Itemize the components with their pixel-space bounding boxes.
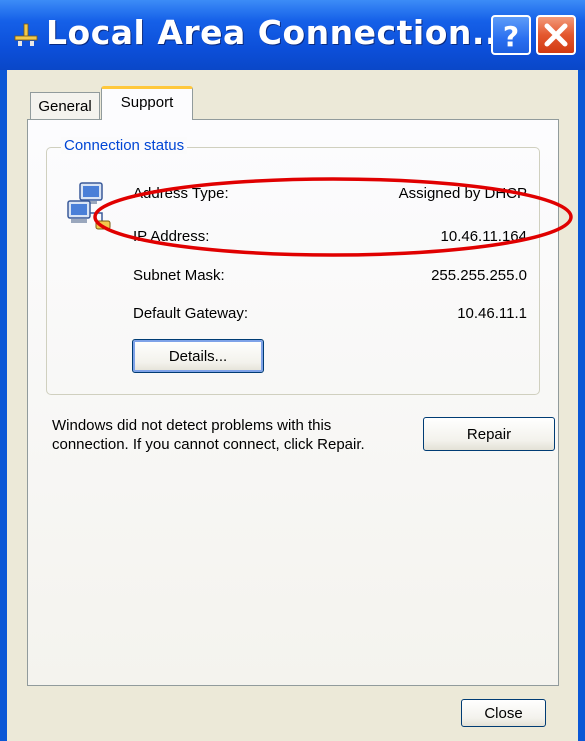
details-button[interactable]: Details... xyxy=(132,339,264,373)
default-gateway-value: 10.46.11.1 xyxy=(457,305,527,322)
ip-address-label: IP Address: xyxy=(133,228,210,245)
window-close-button[interactable] xyxy=(536,15,576,55)
default-gateway-label: Default Gateway: xyxy=(133,305,249,322)
tab-support[interactable]: Support xyxy=(101,86,193,120)
ip-address-value: 10.46.11.164 xyxy=(440,228,527,245)
address-type-value: Assigned by DHCP xyxy=(398,185,527,202)
subnet-mask-value: 255.255.255.0 xyxy=(431,267,527,284)
repair-message: Windows did not detect problems with thi… xyxy=(52,417,365,453)
close-icon xyxy=(544,23,568,47)
title-bar[interactable]: Local Area Connection... ? xyxy=(0,0,585,70)
help-icon: ? xyxy=(503,20,519,53)
address-type-label: Address Type: xyxy=(133,185,229,202)
repair-button[interactable]: Repair xyxy=(423,417,555,451)
connection-status-group: Connection status Address Type: Assigned… xyxy=(46,137,540,395)
support-tab-panel: Connection status Address Type: Assigned… xyxy=(27,119,559,686)
window-title: Local Area Connection... xyxy=(46,13,511,52)
network-computers-icon xyxy=(67,182,111,230)
help-glyph: ? xyxy=(503,20,519,53)
subnet-mask-label: Subnet Mask: xyxy=(133,267,225,284)
connection-status-title: Connection status xyxy=(61,137,188,154)
dialog-window: Local Area Connection... ? General Suppo… xyxy=(0,0,585,741)
close-button[interactable]: Close xyxy=(461,699,546,727)
network-connection-icon xyxy=(14,23,38,46)
dialog-client-area: General Support Connection status Addres… xyxy=(7,70,578,741)
help-button[interactable]: ? xyxy=(491,15,531,55)
tab-general[interactable]: General xyxy=(30,92,100,119)
